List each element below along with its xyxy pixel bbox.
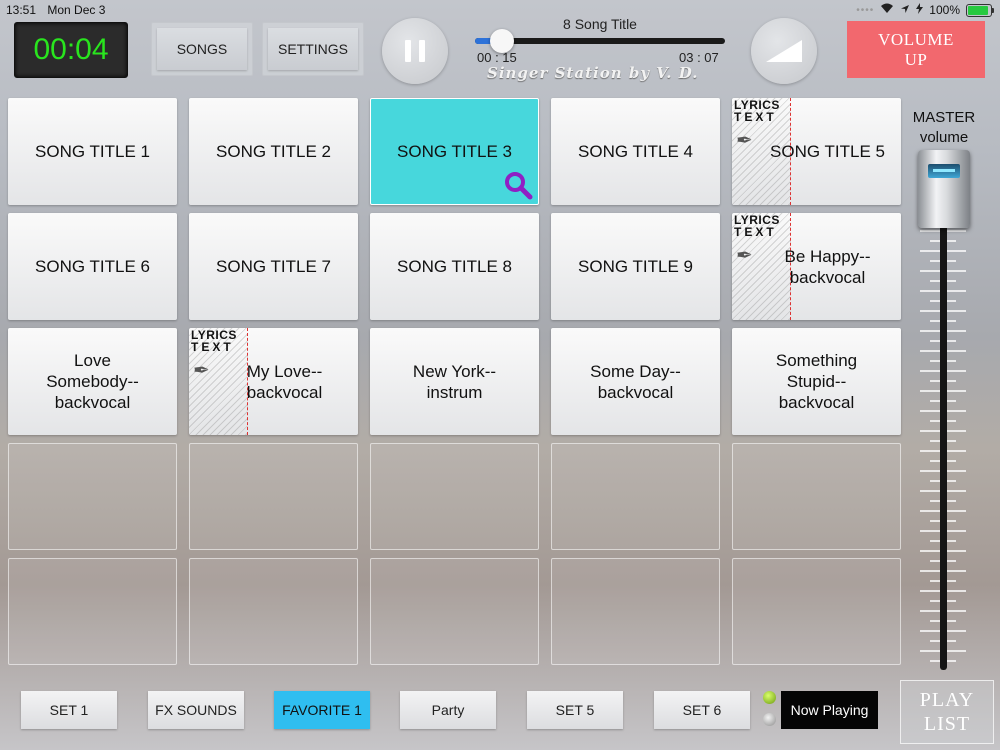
song-pad-title: Love Somebody-- backvocal xyxy=(46,351,139,412)
song-pad-grid: SONG TITLE 1 SONG TITLE 2 SONG TITLE 3 SONG… xyxy=(8,98,902,666)
song-pad-title: My Love-- backvocal xyxy=(246,361,323,402)
battery-percent: 100% xyxy=(929,3,960,17)
song-pad[interactable]: Some Day-- backvocal xyxy=(551,328,720,435)
song-pad[interactable]: LYRICS TEXT ✒ SONG TITLE 5 xyxy=(732,98,901,205)
playlist-label-1: PLAY xyxy=(919,689,975,711)
song-pad[interactable]: LYRICS TEXT ✒ Be Happy-- backvocal xyxy=(732,213,901,320)
set-button[interactable]: FX SOUNDS xyxy=(148,691,244,729)
song-pad-title: SONG TITLE 3 xyxy=(397,142,512,161)
song-pad-title: SONG TITLE 8 xyxy=(397,257,512,276)
lyrics-badge-line2: TEXT xyxy=(734,225,777,239)
song-pad-title: Something Stupid-- backvocal xyxy=(775,351,858,412)
lyrics-badge-line2: TEXT xyxy=(191,340,234,354)
songs-button[interactable]: SONGS xyxy=(151,22,253,76)
signal-dots-icon: •••• xyxy=(856,4,875,16)
song-pad-title: Be Happy-- backvocal xyxy=(784,246,871,287)
set-button[interactable]: FAVORITE 1 xyxy=(274,691,370,729)
empty-pad[interactable] xyxy=(370,558,539,665)
song-pad-title: SONG TITLE 2 xyxy=(216,142,331,161)
song-pad-title: SONG TITLE 5 xyxy=(770,142,885,161)
set-button[interactable]: SET 6 xyxy=(654,691,750,729)
volume-ramp-button[interactable] xyxy=(751,18,817,84)
battery-icon xyxy=(966,3,994,17)
song-pad[interactable]: Something Stupid-- backvocal xyxy=(732,328,901,435)
song-pad[interactable]: Love Somebody-- backvocal xyxy=(8,328,177,435)
elapsed-timer: 00:04 xyxy=(14,22,128,78)
empty-pad[interactable] xyxy=(8,558,177,665)
pause-icon xyxy=(405,40,425,62)
empty-pad[interactable] xyxy=(370,443,539,550)
song-pad[interactable]: SONG TITLE 8 xyxy=(370,213,539,320)
master-volume-fader[interactable] xyxy=(918,150,970,228)
song-pad[interactable]: SONG TITLE 7 xyxy=(189,213,358,320)
pause-button[interactable] xyxy=(382,18,448,84)
battery-level xyxy=(968,5,988,15)
empty-pad[interactable] xyxy=(189,443,358,550)
song-pad-title: Some Day-- backvocal xyxy=(590,361,681,402)
volume-up-label-1: VOLUME xyxy=(878,29,954,49)
master-label-1: MASTER xyxy=(912,109,976,126)
status-date: Mon Dec 3 xyxy=(47,3,106,17)
empty-pad[interactable] xyxy=(732,443,901,550)
master-volume-label: MASTER volume xyxy=(905,108,983,148)
search-icon[interactable] xyxy=(503,170,533,200)
songs-button-label: SONGS xyxy=(157,28,247,70)
status-led-gray xyxy=(763,713,776,726)
settings-button-label: SETTINGS xyxy=(268,28,358,70)
song-pad[interactable]: LYRICS TEXT ✒ My Love-- backvocal xyxy=(189,328,358,435)
master-label-2: volume xyxy=(919,129,969,146)
status-time: 13:51 xyxy=(6,3,37,17)
song-pad[interactable]: SONG TITLE 1 xyxy=(8,98,177,205)
brand-logo-text: Singer Station by V. D. xyxy=(487,64,699,82)
playlist-label-2: LIST xyxy=(923,713,971,735)
now-playing-button[interactable]: Now Playing xyxy=(781,691,878,729)
song-pad[interactable]: SONG TITLE 9 xyxy=(551,213,720,320)
empty-pad[interactable] xyxy=(189,558,358,665)
song-pad[interactable]: SONG TITLE 4 xyxy=(551,98,720,205)
set-button[interactable]: SET 5 xyxy=(527,691,623,729)
song-pad[interactable]: SONG TITLE 6 xyxy=(8,213,177,320)
lyrics-badge-line2: TEXT xyxy=(734,110,777,124)
set-button[interactable]: Party xyxy=(400,691,496,729)
settings-button[interactable]: SETTINGS xyxy=(262,22,364,76)
empty-pad[interactable] xyxy=(551,443,720,550)
song-pad-title: SONG TITLE 9 xyxy=(578,257,693,276)
song-pad[interactable]: SONG TITLE 3 xyxy=(370,98,539,205)
empty-pad[interactable] xyxy=(732,558,901,665)
volume-up-label-2: UP xyxy=(904,49,928,69)
volume-ramp-icon xyxy=(766,40,802,62)
master-volume-track[interactable] xyxy=(940,225,947,670)
quill-pen-icon: ✒ xyxy=(193,360,210,382)
status-led-green xyxy=(763,691,776,704)
quill-pen-icon: ✒ xyxy=(736,245,753,267)
total-duration: 03 : 07 xyxy=(679,50,719,65)
elapsed-time: 00 : 15 xyxy=(477,50,517,65)
song-pad-title: New York-- instrum xyxy=(412,361,497,402)
fader-indicator xyxy=(928,164,960,178)
empty-pad[interactable] xyxy=(8,443,177,550)
set-button[interactable]: SET 1 xyxy=(21,691,117,729)
location-icon xyxy=(900,3,910,17)
song-pad-title: SONG TITLE 4 xyxy=(578,142,693,161)
now-playing-title: 8 Song Title xyxy=(563,16,637,32)
empty-pad[interactable] xyxy=(551,558,720,665)
song-pad-title: SONG TITLE 6 xyxy=(35,257,150,276)
volume-up-button[interactable]: VOLUME UP xyxy=(847,21,985,78)
charging-icon xyxy=(916,3,924,17)
song-pad[interactable]: SONG TITLE 2 xyxy=(189,98,358,205)
playlist-button[interactable]: PLAY LIST xyxy=(900,680,994,744)
wifi-icon xyxy=(880,3,894,17)
song-pad[interactable]: New York-- instrum xyxy=(370,328,539,435)
song-pad-title: SONG TITLE 1 xyxy=(35,142,150,161)
song-pad-title: SONG TITLE 7 xyxy=(216,257,331,276)
